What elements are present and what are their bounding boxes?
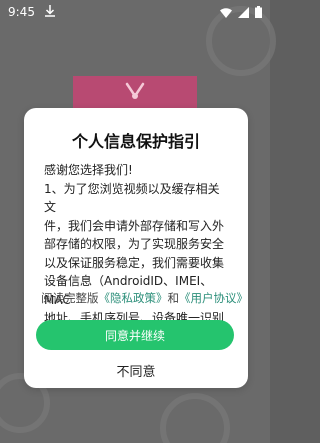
disagree-button[interactable]: 不同意 xyxy=(24,361,248,380)
download-icon xyxy=(44,4,55,20)
dialog-line: 1、为了您浏览视频以及缓存相关文 xyxy=(44,181,220,215)
read-prefix: 阅读完整版 xyxy=(41,291,99,305)
dialog-title: 个人信息保护指引 xyxy=(71,132,200,151)
privacy-policy-link[interactable]: 《隐私政策》 xyxy=(99,291,168,305)
battery-icon xyxy=(255,6,262,18)
dialog-line: 件，我们会申请外部存储和写入外 xyxy=(44,218,225,233)
dialog-line: 感谢您选择我们! xyxy=(44,163,133,177)
user-agreement-link[interactable]: 《用户协议》 xyxy=(179,291,248,305)
read-full-line: 阅读完整版《隐私政策》和《用户协议》 xyxy=(41,290,248,306)
dialog-line: 以及保证服务稳定，我们需要收集 xyxy=(44,255,225,270)
signal-icon xyxy=(238,6,249,18)
privacy-dialog: 个人信息保护指引 感谢您选择我们! 1、为了您浏览视频以及缓存相关文 件，我们会… xyxy=(24,108,248,388)
dialog-line: 部存储的权限，为了实现服务安全 xyxy=(44,237,225,251)
status-bar: 9:45 xyxy=(0,0,270,24)
status-time: 9:45 xyxy=(8,5,35,19)
wifi-icon xyxy=(220,7,232,18)
agree-continue-button[interactable]: 同意并继续 xyxy=(36,320,234,350)
and-text: 和 xyxy=(167,291,180,305)
tv-antenna-icon xyxy=(123,82,147,106)
